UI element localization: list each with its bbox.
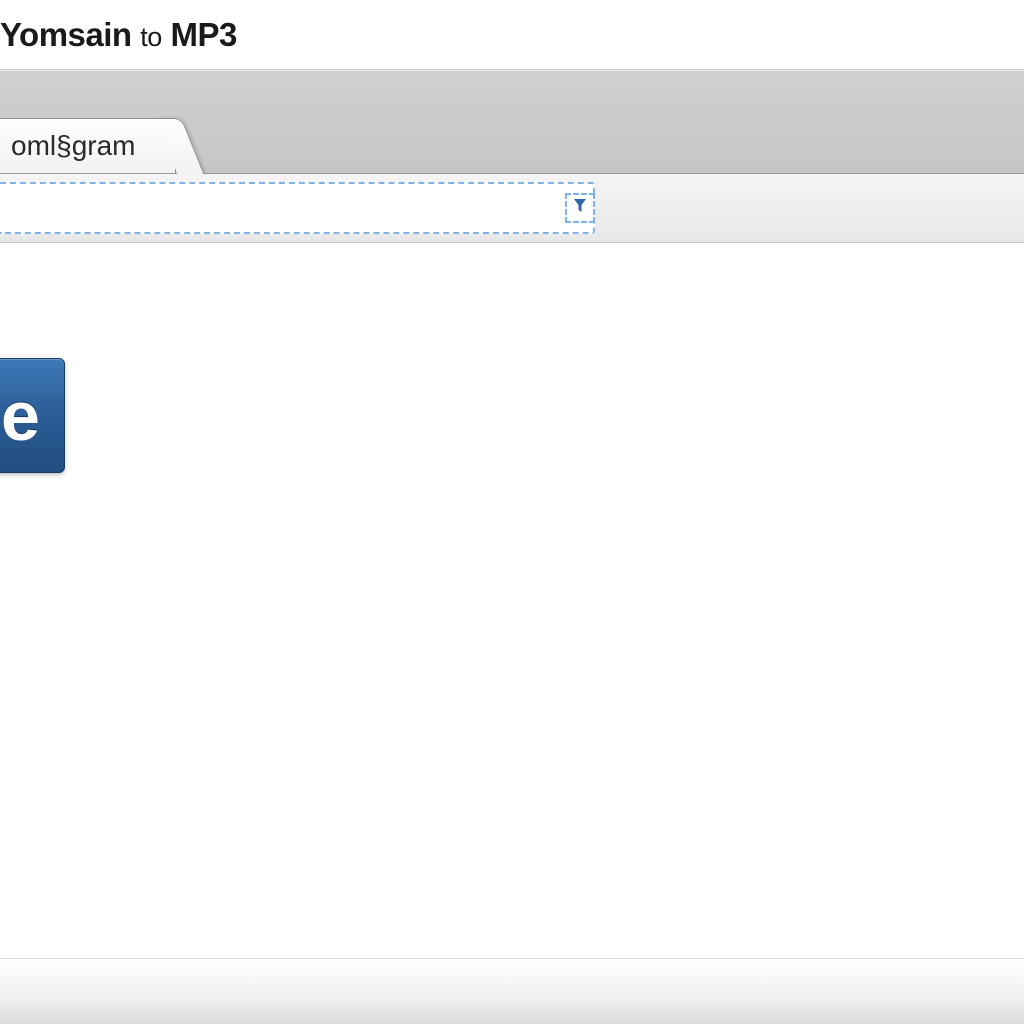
title-bar: Yomsain to MP3: [0, 0, 1024, 70]
main-content: e: [0, 243, 1024, 843]
tab-label: oml§gram: [11, 130, 135, 162]
primary-action-button[interactable]: e: [0, 358, 65, 473]
tab-active[interactable]: oml§gram: [0, 118, 176, 173]
address-input[interactable]: [0, 182, 595, 234]
primary-action-label: e: [1, 376, 40, 456]
bottom-edge: [0, 958, 1024, 1024]
title-prefix: Yomsain: [0, 16, 132, 53]
title-mid: to: [140, 22, 162, 52]
address-bar-container: [0, 174, 1024, 243]
filter-icon: [573, 198, 587, 219]
tab-strip: oml§gram: [0, 70, 1024, 174]
title-suffix: MP3: [170, 16, 236, 53]
window-title: Yomsain to MP3: [0, 16, 237, 54]
filter-button[interactable]: [565, 193, 595, 223]
